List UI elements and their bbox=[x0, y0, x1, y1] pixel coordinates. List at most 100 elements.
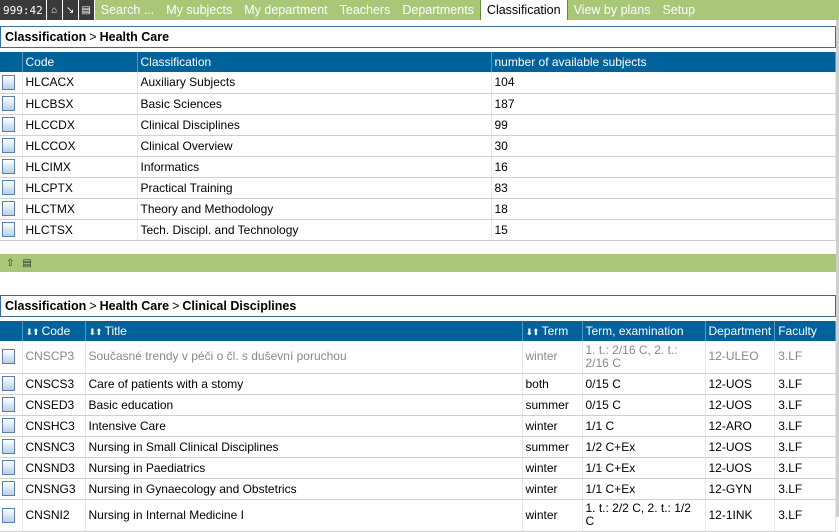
table-row[interactable]: HLCPTX Practical Training 83 bbox=[0, 177, 836, 199]
faculty-cell: 3.LF bbox=[774, 436, 836, 458]
up-icon[interactable]: ⇧ bbox=[6, 258, 14, 269]
table-row[interactable]: CNSNC3 Nursing in Small Clinical Discipli… bbox=[0, 436, 836, 458]
sort-icon[interactable]: ⬇⬆ bbox=[26, 327, 40, 337]
table-row[interactable]: CNSND3 Nursing in Paediatrics winter 1/1 C+… bbox=[0, 457, 836, 479]
document-icon[interactable] bbox=[2, 117, 15, 133]
nav-setup[interactable]: Setup bbox=[656, 0, 701, 20]
document-icon[interactable] bbox=[2, 159, 15, 175]
table-row[interactable]: CNSNG3 Nursing in Gynaecology and Obstetr… bbox=[0, 478, 836, 500]
print-icon[interactable]: ▤ bbox=[22, 258, 31, 269]
title-cell[interactable]: Nursing in Gynaecology and Obstetrics bbox=[85, 478, 523, 500]
table-row[interactable]: CNSNI2 Nursing in Internal Medicine Iwint… bbox=[0, 499, 836, 532]
col-term[interactable]: ⬇⬆ Term bbox=[522, 321, 583, 341]
code-cell[interactable]: CNSNI2 bbox=[22, 499, 86, 532]
code-cell[interactable]: CNSNG3 bbox=[22, 478, 86, 500]
code-cell[interactable]: HLCTMX bbox=[22, 198, 138, 220]
table-row[interactable]: HLCBSX Basic Sciences 187 bbox=[0, 93, 836, 115]
department-cell[interactable]: 12-GYN bbox=[705, 478, 776, 500]
title-cell[interactable]: Basic education bbox=[85, 394, 523, 416]
title-cell[interactable]: Intensive Care bbox=[85, 415, 523, 437]
classification-cell[interactable]: Basic Sciences bbox=[137, 93, 492, 115]
row-icon-cell bbox=[0, 436, 23, 458]
classification-cell[interactable]: Tech. Discipl. and Technology bbox=[137, 219, 492, 241]
code-cell[interactable]: HLCPTX bbox=[22, 177, 138, 199]
code-cell[interactable]: HLCCOX bbox=[22, 135, 138, 157]
breadcrumb-item[interactable]: Classification bbox=[5, 299, 86, 313]
sort-icon[interactable]: ⬇⬆ bbox=[526, 327, 540, 337]
title-cell[interactable]: Současné trendy v péči o čl. s duševní p… bbox=[85, 341, 523, 374]
code-cell[interactable]: HLCCDX bbox=[22, 114, 138, 136]
code-cell[interactable]: CNSCP3 bbox=[22, 341, 86, 374]
code-cell[interactable]: CNSCS3 bbox=[22, 373, 86, 395]
document-icon[interactable] bbox=[2, 460, 15, 476]
department-cell[interactable]: 12-UOS bbox=[705, 373, 776, 395]
table-row[interactable]: CNSHC3 Intensive Care winter 1/1 C 12-ARO 3.L… bbox=[0, 415, 836, 437]
document-icon[interactable] bbox=[2, 222, 15, 238]
document-icon[interactable] bbox=[2, 397, 15, 413]
nav-my-subjects[interactable]: My subjects bbox=[160, 0, 238, 20]
department-cell[interactable]: 12-UOS bbox=[705, 436, 776, 458]
title-cell[interactable]: Care of patients with a stomy bbox=[85, 373, 523, 395]
nav-departments[interactable]: Departments bbox=[396, 0, 480, 20]
print-icon[interactable]: ▤ bbox=[78, 0, 95, 20]
nav-view-by-plans[interactable]: View by plans bbox=[568, 0, 657, 20]
code-cell[interactable]: CNSHC3 bbox=[22, 415, 86, 437]
nav-my-department[interactable]: My department bbox=[238, 0, 333, 20]
document-icon[interactable] bbox=[2, 96, 15, 112]
document-icon[interactable] bbox=[2, 349, 15, 365]
nav-search[interactable]: Search ... bbox=[95, 0, 161, 20]
col-faculty: Faculty bbox=[774, 321, 836, 341]
classification-cell[interactable]: Informatics bbox=[137, 156, 492, 178]
department-cell[interactable]: 12-UOS bbox=[705, 394, 776, 416]
count-cell: 99 bbox=[491, 114, 836, 136]
document-icon[interactable] bbox=[2, 138, 15, 154]
sort-icon[interactable]: ⬇⬆ bbox=[89, 327, 103, 337]
classification-cell[interactable]: Auxiliary Subjects bbox=[137, 72, 492, 94]
code-cell[interactable]: HLCTSX bbox=[22, 219, 138, 241]
code-cell[interactable]: CNSNC3 bbox=[22, 436, 86, 458]
classification-cell[interactable]: Theory and Methodology bbox=[137, 198, 492, 220]
table-row[interactable]: HLCIMX Informatics 16 bbox=[0, 156, 836, 178]
row-icon-cell bbox=[0, 219, 23, 241]
table-row[interactable]: HLCCOX Clinical Overview 30 bbox=[0, 135, 836, 157]
department-cell[interactable]: 12-ARO bbox=[705, 415, 776, 437]
document-icon[interactable] bbox=[2, 439, 15, 455]
department-cell[interactable]: 12-UOS bbox=[705, 457, 776, 479]
code-cell[interactable]: HLCACX bbox=[22, 72, 138, 94]
nav-classification[interactable]: Classification bbox=[479, 0, 568, 20]
title-cell[interactable]: Nursing in Paediatrics bbox=[85, 457, 523, 479]
home-icon[interactable]: ⌂ bbox=[46, 0, 63, 20]
term-cell: winter bbox=[522, 499, 583, 532]
document-icon[interactable] bbox=[2, 418, 15, 434]
document-icon[interactable] bbox=[2, 180, 15, 196]
breadcrumb-item[interactable]: Classification bbox=[5, 30, 86, 44]
table-row[interactable]: CNSCS3 Care of patients with a stomy both 0… bbox=[0, 373, 836, 395]
table-row[interactable]: HLCCDX Clinical Disciplines 99 bbox=[0, 114, 836, 136]
breadcrumb-item[interactable]: Health Care bbox=[100, 299, 169, 313]
code-cell[interactable]: CNSND3 bbox=[22, 457, 86, 479]
table-row[interactable]: HLCTSX Tech. Discipl. and Technology 15 bbox=[0, 219, 836, 241]
document-icon[interactable] bbox=[2, 481, 15, 497]
document-icon[interactable] bbox=[2, 376, 15, 392]
title-cell[interactable]: Nursing in Internal Medicine I bbox=[85, 499, 523, 532]
nav-teachers[interactable]: Teachers bbox=[334, 0, 397, 20]
table-row[interactable]: CNSCP3 Současné trendy v péči o čl. s duš… bbox=[0, 341, 836, 374]
classification-cell[interactable]: Practical Training bbox=[137, 177, 492, 199]
table-row[interactable]: HLCACX Auxiliary Subjects 104 bbox=[0, 72, 836, 94]
table-row[interactable]: HLCTMX Theory and Methodology 18 bbox=[0, 198, 836, 220]
classification-cell[interactable]: Clinical Disciplines bbox=[137, 114, 492, 136]
title-cell[interactable]: Nursing in Small Clinical Disciplines bbox=[85, 436, 523, 458]
department-cell[interactable]: 12-1INK bbox=[705, 499, 776, 532]
code-cell[interactable]: CNSED3 bbox=[22, 394, 86, 416]
classification-cell[interactable]: Clinical Overview bbox=[137, 135, 492, 157]
document-icon[interactable] bbox=[2, 201, 15, 217]
code-cell[interactable]: HLCBSX bbox=[22, 93, 138, 115]
code-cell[interactable]: HLCIMX bbox=[22, 156, 138, 178]
document-icon[interactable] bbox=[2, 74, 15, 90]
document-icon[interactable] bbox=[2, 507, 15, 523]
table-row[interactable]: CNSED3 Basic education summer 0/15 C 12-UOS 3… bbox=[0, 394, 836, 416]
col-code[interactable]: ⬇⬆ Code bbox=[22, 321, 86, 341]
arrow-icon[interactable]: ↘ bbox=[62, 0, 79, 20]
col-title[interactable]: ⬇⬆ Title bbox=[85, 321, 523, 341]
department-cell[interactable]: 12-ULEO bbox=[705, 341, 776, 374]
